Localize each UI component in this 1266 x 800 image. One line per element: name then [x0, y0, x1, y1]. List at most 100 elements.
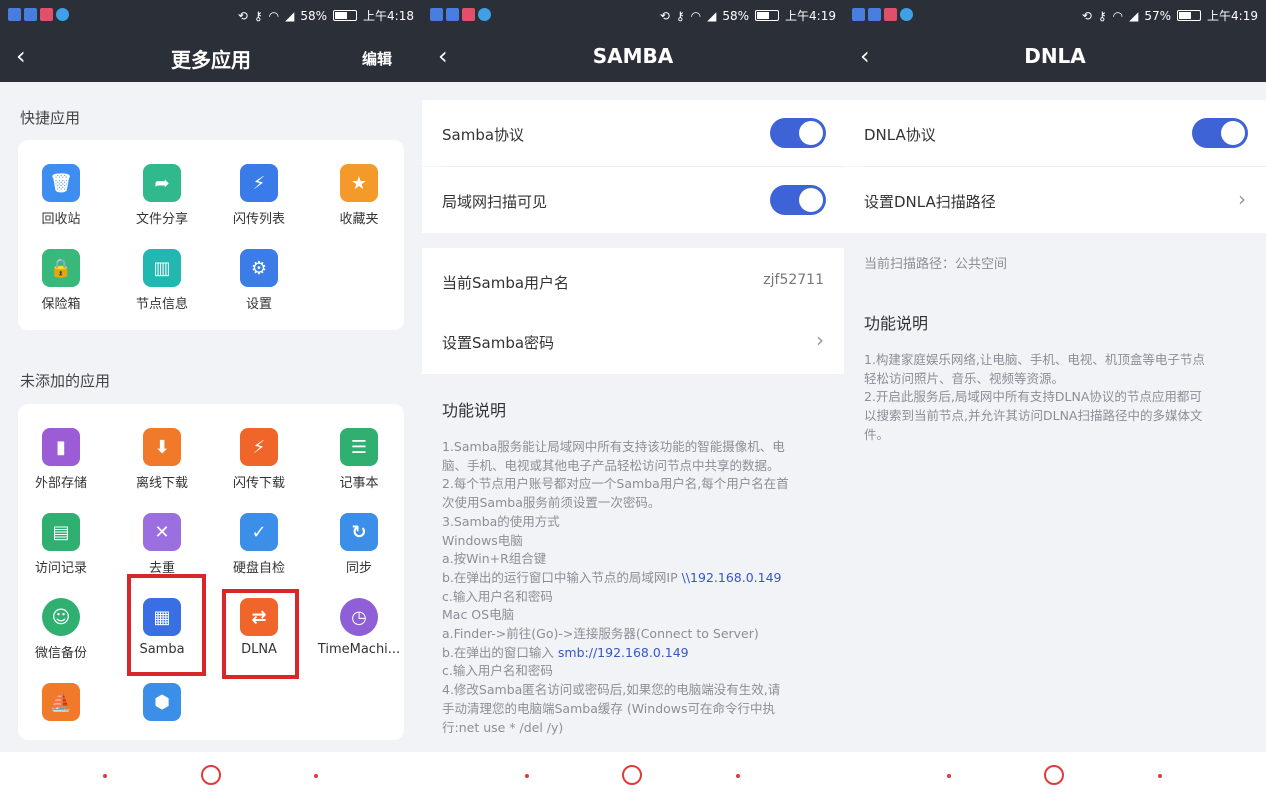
- unadded-apps-heading: 未添加的应用: [20, 372, 111, 390]
- dnla-protocol-label: DNLA协议: [864, 126, 936, 144]
- notification-icon: [868, 8, 881, 21]
- desc-line: 1.Samba服务能让局域网中所有支持该功能的智能摄像机、电: [442, 439, 785, 454]
- nav-bar: [0, 752, 422, 800]
- desc-line: 轻松访问照片、音乐、视频等资源。: [864, 370, 1065, 386]
- desc-line: 3.Samba的使用方式: [442, 513, 560, 529]
- dnla-protocol-toggle[interactable]: [1192, 118, 1248, 148]
- clock: 上午4:18: [363, 9, 414, 23]
- samba-screen: ⟲ ⚷ ◠ ◢ 58% 上午4:19 ‹ SAMBA Samba协议 局域网扫描…: [422, 0, 844, 800]
- samba-protocol-toggle[interactable]: [770, 118, 826, 148]
- gear-icon: ⚙: [240, 249, 278, 287]
- safe-icon: 🔒: [42, 249, 80, 287]
- app-label: 硬盘自检: [232, 561, 285, 576]
- app-time-machine[interactable]: ◷ TimeMachi...: [314, 598, 404, 657]
- app-flash-download[interactable]: ⚡ 闪传下载: [214, 428, 304, 491]
- battery-percent: 57%: [1144, 8, 1172, 23]
- clock: 上午4:19: [1207, 9, 1258, 23]
- time-machine-icon: ◷: [340, 598, 378, 636]
- app-label: TimeMachi...: [317, 642, 401, 657]
- desc-line: 件。: [864, 426, 890, 442]
- app-header: ‹ 更多应用 编辑: [0, 30, 422, 82]
- app-recycle-bin[interactable]: 🗑 回收站: [16, 164, 106, 227]
- nav-menu-button[interactable]: [947, 774, 951, 778]
- disk-check-icon: ✓: [240, 513, 278, 551]
- key-icon: ⚷: [253, 8, 263, 23]
- desc-line: Windows电脑: [442, 532, 523, 548]
- dnla-protocol-row: DNLA协议: [844, 100, 1266, 166]
- wechat-backup-icon: ☺: [42, 598, 80, 636]
- app-access-log[interactable]: ▤ 访问记录: [16, 513, 106, 576]
- app-disk-check[interactable]: ✓ 硬盘自检: [214, 513, 304, 576]
- download-icon: ⬇: [143, 428, 181, 466]
- battery-icon: [755, 10, 780, 21]
- share-folder-icon: ➦: [143, 164, 181, 202]
- desc-line: 以搜索到当前节点,并允许其访问DLNA扫描路径中的多媒体文: [864, 408, 1203, 424]
- app-label: 回收站: [41, 212, 81, 227]
- quick-apps-heading: 快捷应用: [20, 109, 81, 127]
- trash-icon: 🗑: [42, 164, 80, 202]
- status-bar: ⟲ ⚷ ◠ ◢ 57% 上午4:19: [844, 0, 1266, 30]
- app-settings[interactable]: ⚙ 设置: [214, 249, 304, 312]
- lan-visible-label: 局域网扫描可见: [442, 193, 548, 211]
- app-label: 记事本: [339, 476, 379, 491]
- key-icon: ⚷: [1097, 8, 1107, 23]
- nav-menu-button[interactable]: [525, 774, 529, 778]
- notification-icon: [478, 8, 491, 21]
- app-label: 离线下载: [135, 476, 188, 491]
- desc-line: c.输入用户名和密码: [442, 663, 553, 679]
- chevron-right-icon: ›: [1238, 187, 1246, 211]
- app-favorites[interactable]: ★ 收藏夹: [314, 164, 404, 227]
- desc-line: 次使用Samba服务前须设置一次密码。: [442, 495, 661, 511]
- app-label: 保险箱: [41, 297, 81, 312]
- nav-menu-button[interactable]: [103, 774, 107, 778]
- samba-password-row[interactable]: 设置Samba密码 ›: [422, 308, 844, 374]
- app-file-share[interactable]: ➦ 文件分享: [117, 164, 207, 227]
- app-sync[interactable]: ↻ 同步: [314, 513, 404, 576]
- wifi-icon: ◠: [690, 8, 702, 23]
- windows-ip-link[interactable]: \\192.168.0.149: [682, 570, 782, 585]
- lan-visible-toggle[interactable]: [770, 185, 826, 215]
- notification-icon: [56, 8, 69, 21]
- app-notepad[interactable]: ☰ 记事本: [314, 428, 404, 491]
- edit-button[interactable]: 编辑: [362, 48, 392, 69]
- app-label: 访问记录: [34, 561, 87, 576]
- battery-icon: [1177, 10, 1202, 21]
- nav-back-button[interactable]: [1158, 774, 1162, 778]
- app-node-info[interactable]: ▥ 节点信息: [117, 249, 207, 312]
- wifi-icon: ◠: [1112, 8, 1124, 23]
- more-apps-screen: ⟲ ⚷ ◠ ◢ 58% 上午4:18 ‹ 更多应用 编辑 快捷应用 🗑 回收站 …: [0, 0, 422, 800]
- boat-icon: ⛵: [42, 683, 80, 721]
- status-bar: ⟲ ⚷ ◠ ◢ 58% 上午4:19: [422, 0, 844, 30]
- dnla-scan-path-row[interactable]: 设置DNLA扫描路径 ›: [844, 167, 1266, 233]
- rotate-lock-icon: ⟲: [659, 8, 670, 23]
- mac-smb-link[interactable]: smb://192.168.0.149: [558, 645, 689, 660]
- notification-icon: [430, 8, 443, 21]
- nav-home-button[interactable]: [622, 765, 642, 785]
- app-shield[interactable]: ⬢: [117, 683, 207, 721]
- samba-username-row: 当前Samba用户名 zjf52711: [422, 248, 844, 314]
- app-boat[interactable]: ⛵: [16, 683, 106, 721]
- desc-line: 1.构建家庭娱乐网络,让电脑、手机、电视、机顶盒等电子节点: [864, 352, 1205, 367]
- desc-line: c.输入用户名和密码: [442, 588, 553, 604]
- app-offline-download[interactable]: ⬇ 离线下载: [117, 428, 207, 491]
- nav-bar: [422, 752, 844, 800]
- lan-visible-row: 局域网扫描可见: [422, 167, 844, 233]
- signal-icon: ◢: [1129, 8, 1139, 23]
- app-safe[interactable]: 🔒 保险箱: [16, 249, 106, 312]
- nav-home-button[interactable]: [1044, 765, 1064, 785]
- nav-back-button[interactable]: [314, 774, 318, 778]
- app-wechat-backup[interactable]: ☺ 微信备份: [16, 598, 106, 661]
- samba-protocol-row: Samba协议: [422, 100, 844, 166]
- access-log-icon: ▤: [42, 513, 80, 551]
- nav-back-button[interactable]: [736, 774, 740, 778]
- app-dedupe[interactable]: ✕ 去重: [117, 513, 207, 576]
- app-external-storage[interactable]: ▮ 外部存储: [16, 428, 106, 491]
- dnla-description: 1.构建家庭娱乐网络,让电脑、手机、电视、机顶盒等电子节点 轻松访问照片、音乐、…: [864, 351, 1248, 445]
- desc-line: 手动清理您的电脑端Samba缓存 (Windows可在命令行中执: [442, 700, 776, 716]
- desc-line: 4.修改Samba匿名访问或密码后,如果您的电脑端没有生效,请: [442, 682, 781, 698]
- desc-line: Mac OS电脑: [442, 607, 515, 623]
- app-flash-list[interactable]: ⚡ 闪传列表: [214, 164, 304, 227]
- nav-home-button[interactable]: [201, 765, 221, 785]
- signal-icon: ◢: [707, 8, 717, 23]
- flash-download-icon: ⚡: [240, 428, 278, 466]
